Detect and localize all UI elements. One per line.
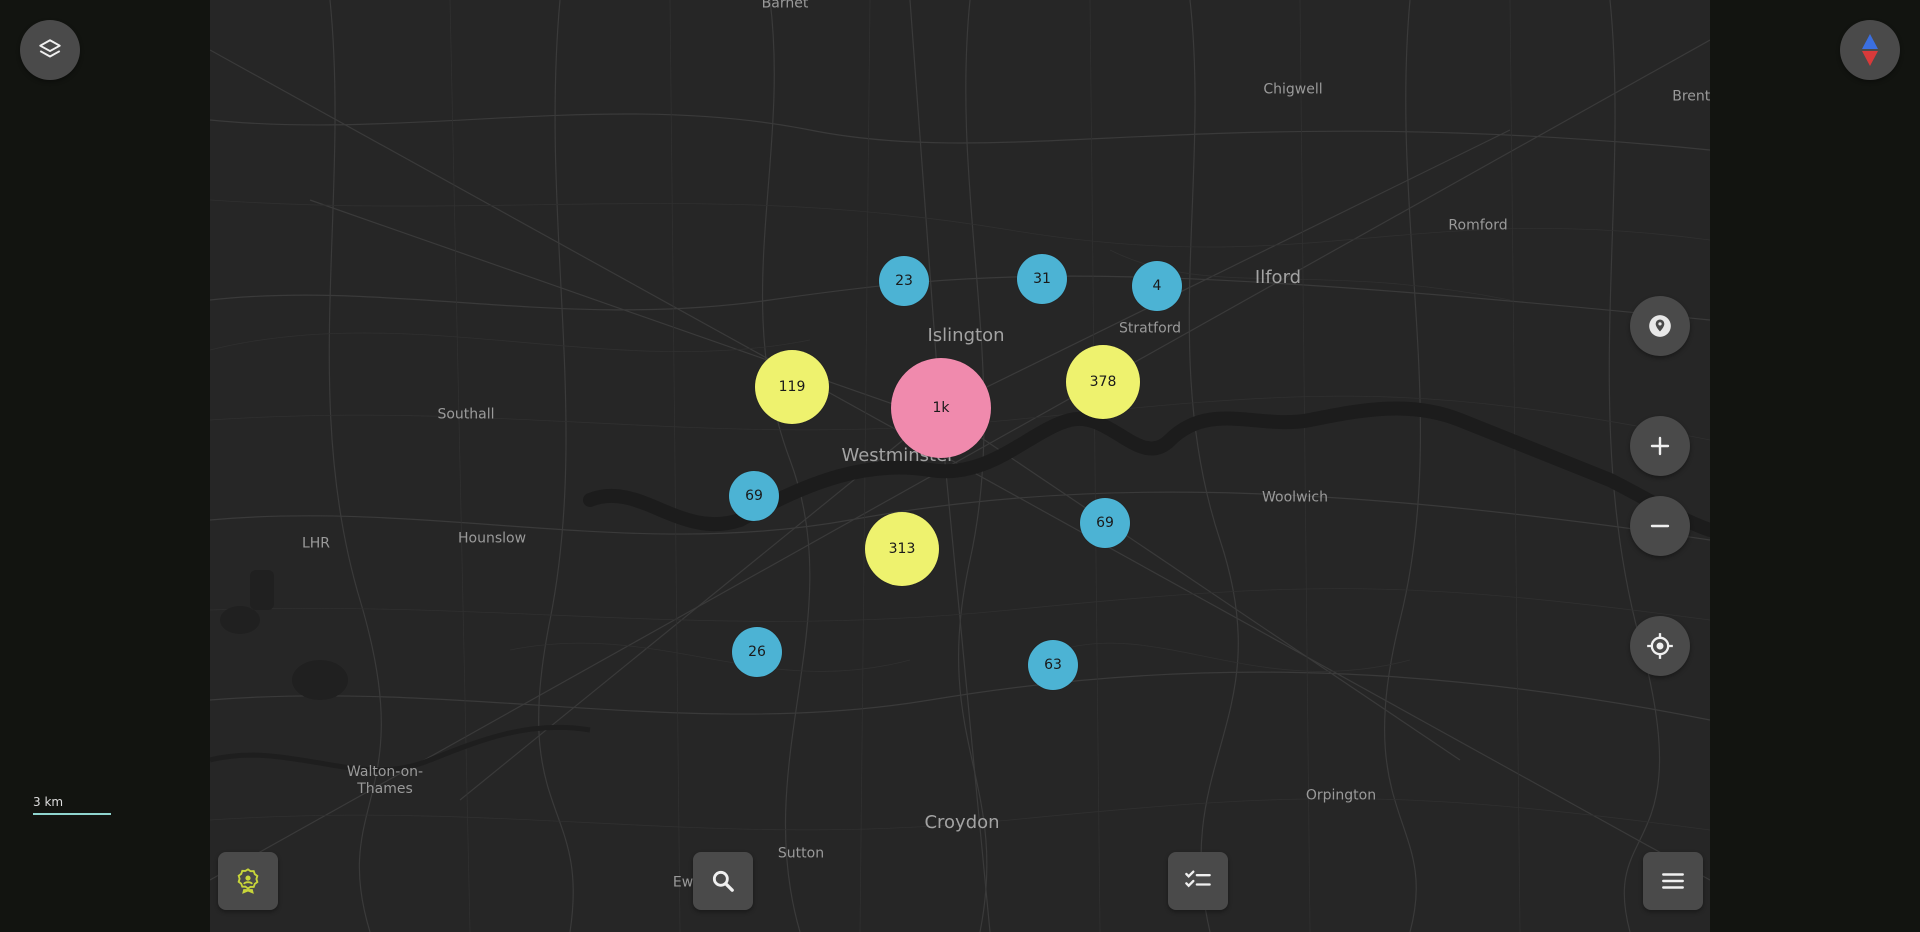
road-network bbox=[210, 0, 1710, 932]
cluster-count: 26 bbox=[748, 644, 766, 660]
compass-button[interactable] bbox=[1840, 20, 1900, 80]
minus-icon bbox=[1650, 524, 1670, 528]
cluster-count: 23 bbox=[895, 273, 913, 289]
place-label-southall: Southall bbox=[437, 406, 495, 423]
cluster-count: 31 bbox=[1033, 271, 1051, 287]
scale-line bbox=[33, 813, 111, 815]
cluster-count: 378 bbox=[1089, 374, 1117, 390]
cluster-63[interactable]: 63 bbox=[1028, 640, 1078, 690]
cluster-378[interactable]: 378 bbox=[1066, 345, 1140, 419]
place-label-orpington: Orpington bbox=[1305, 787, 1377, 804]
place-label-romford: Romford bbox=[1448, 217, 1508, 234]
checklist-button[interactable] bbox=[1168, 852, 1228, 910]
cluster-count: 69 bbox=[745, 488, 763, 504]
cluster-count: 119 bbox=[778, 379, 806, 395]
search-button[interactable] bbox=[693, 852, 753, 910]
layers-button[interactable] bbox=[20, 20, 80, 80]
compass-icon bbox=[1862, 34, 1878, 66]
crosshair-icon bbox=[1647, 633, 1673, 659]
menu-icon bbox=[1662, 873, 1684, 889]
badge-button[interactable] bbox=[218, 852, 278, 910]
place-label-stratford: Stratford bbox=[1118, 320, 1182, 337]
place-label-barnet: Barnet bbox=[761, 0, 809, 12]
place-label-hounslow: Hounslow bbox=[457, 530, 527, 547]
cluster-count: 69 bbox=[1096, 515, 1114, 531]
cluster-1k[interactable]: 1k bbox=[891, 358, 991, 458]
place-label-brentwood: Brentw bbox=[1672, 88, 1710, 105]
place-label-lhr: LHR bbox=[301, 535, 331, 552]
cluster-31[interactable]: 31 bbox=[1017, 254, 1067, 304]
cluster-count: 4 bbox=[1152, 278, 1162, 294]
checklist-icon bbox=[1185, 870, 1211, 888]
cluster-count: 63 bbox=[1044, 657, 1062, 673]
location-pin-button[interactable] bbox=[1630, 296, 1690, 356]
place-label-ilford: Ilford bbox=[1254, 267, 1302, 289]
cluster-119[interactable]: 119 bbox=[755, 350, 829, 424]
left-panel bbox=[0, 0, 210, 932]
cluster-313[interactable]: 313 bbox=[865, 512, 939, 586]
plus-icon bbox=[1650, 436, 1670, 456]
scale-bar: 3 km bbox=[33, 795, 111, 815]
cluster-count: 313 bbox=[888, 541, 916, 557]
place-label-walton: Walton-on- Thames bbox=[346, 764, 424, 797]
place-label-islington: Islington bbox=[927, 325, 1005, 347]
cluster-23[interactable]: 23 bbox=[879, 256, 929, 306]
badge-icon bbox=[237, 868, 259, 894]
location-pin-icon bbox=[1649, 315, 1671, 337]
scale-label: 3 km bbox=[33, 795, 64, 809]
zoom-in-button[interactable] bbox=[1630, 416, 1690, 476]
place-label-sutton: Sutton bbox=[777, 845, 825, 862]
locate-me-button[interactable] bbox=[1630, 616, 1690, 676]
place-label-chigwell: Chigwell bbox=[1263, 81, 1323, 98]
layers-icon bbox=[39, 39, 61, 58]
right-panel bbox=[1710, 0, 1920, 932]
menu-button[interactable] bbox=[1643, 852, 1703, 910]
map-canvas[interactable]: Barnet Chigwell Brentw Romford Ilford Stratfo… bbox=[210, 0, 1710, 932]
cluster-26[interactable]: 26 bbox=[732, 627, 782, 677]
cluster-69-east[interactable]: 69 bbox=[1080, 498, 1130, 548]
cluster-4[interactable]: 4 bbox=[1132, 261, 1182, 311]
cluster-count: 1k bbox=[932, 400, 950, 416]
cluster-69-west[interactable]: 69 bbox=[729, 471, 779, 521]
place-label-croydon: Croydon bbox=[924, 812, 1000, 834]
place-label-woolwich: Woolwich bbox=[1262, 489, 1328, 506]
place-label-epsom: Ew bbox=[672, 874, 694, 891]
zoom-out-button[interactable] bbox=[1630, 496, 1690, 556]
search-icon bbox=[712, 870, 734, 892]
